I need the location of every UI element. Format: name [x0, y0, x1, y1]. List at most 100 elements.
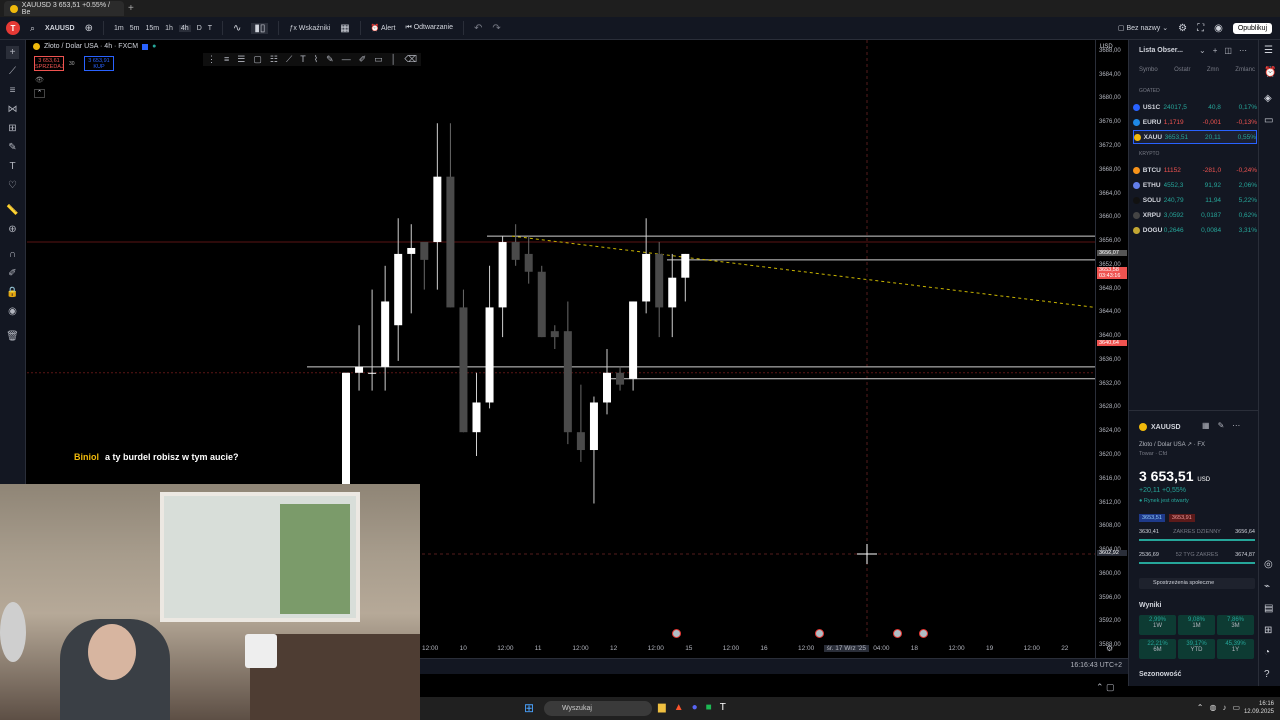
group-label-crypto[interactable]: KRYPTO	[1139, 151, 1159, 157]
event-flag-icon[interactable]	[672, 629, 681, 638]
watchlist-row[interactable]: US1C 24017,5 40,8 0,17%	[1133, 100, 1257, 114]
brush-icon[interactable]: ✎	[6, 141, 19, 154]
performance-box[interactable]: 7,86% 3M	[1217, 615, 1254, 635]
watchlist-row[interactable]: SOLU 240,79 11,94 5,22%	[1133, 193, 1257, 207]
performance-box[interactable]: 9,08% 1M	[1178, 615, 1215, 635]
interval-1m[interactable]: 1m	[114, 25, 124, 32]
watchlist-row[interactable]: XAUU 3653,51 20,11 0,55%	[1133, 130, 1257, 144]
column-header[interactable]: Ostatr	[1174, 67, 1190, 73]
interval-4h[interactable]: 4h	[178, 24, 191, 32]
interval-T[interactable]: T	[208, 25, 212, 32]
discord-icon[interactable]: ●	[692, 702, 698, 713]
more-icon[interactable]: ⋯	[1239, 46, 1247, 55]
group-label-goods[interactable]: GOATED	[1139, 88, 1160, 94]
crosshair-icon[interactable]: +	[6, 46, 19, 59]
detail-symbol[interactable]: XAUUSD	[1151, 424, 1181, 431]
snapshot-icon[interactable]: ◉	[1214, 23, 1223, 34]
alerts-icon[interactable]: ⏰	[1264, 67, 1276, 78]
zoom-icon[interactable]: ⊕	[6, 223, 19, 236]
column-header[interactable]: Zmn	[1207, 67, 1219, 73]
interval-1h[interactable]: 1h	[165, 25, 173, 32]
performance-box[interactable]: 2,99% 1W	[1139, 615, 1176, 635]
new-tab-button[interactable]: +	[128, 3, 134, 14]
watchlist-row[interactable]: BTCU 11152 -281,0 -0,24%	[1133, 163, 1257, 177]
chart-icon[interactable]: ◫	[1224, 46, 1232, 55]
interval-5m[interactable]: 5m	[130, 25, 140, 32]
fib-icon[interactable]: ≡	[6, 84, 19, 97]
add-symbol-icon[interactable]: +	[1213, 46, 1218, 55]
heart-icon[interactable]: ♡	[6, 179, 19, 192]
target-icon[interactable]: ◎	[1264, 559, 1273, 570]
help-icon[interactable]: ?	[1264, 669, 1270, 680]
chevron-down-icon[interactable]: ⌄	[1199, 46, 1206, 55]
watchlist-row[interactable]: ETHU 4552,3 91,92 2,06%	[1133, 178, 1257, 192]
layers-icon[interactable]: ◈	[1264, 93, 1272, 104]
forecast-icon[interactable]: ⊞	[6, 122, 19, 135]
candles-icon[interactable]: ▮▯	[251, 22, 269, 34]
network-icon[interactable]: ◍	[1209, 703, 1216, 712]
app-icon[interactable]: ■	[706, 702, 712, 713]
bid-badge[interactable]: 3653,51	[1139, 514, 1165, 522]
replay-button[interactable]: ⏮ Odtwarzanie	[405, 24, 453, 32]
time-axis[interactable]: 12:00 10 12:00 11 12:00 12 12:00 15 12:00 16 12:00…	[420, 629, 1095, 658]
battery-icon[interactable]: ▭	[1232, 703, 1240, 712]
performance-box[interactable]: 45,39% 1Y	[1217, 639, 1254, 659]
undo-icon[interactable]: ↶	[474, 23, 482, 34]
performance-box[interactable]: 22,21% 6M	[1139, 639, 1176, 659]
event-flag-icon[interactable]	[919, 629, 928, 638]
price-axis[interactable]: USD 3688,00 3684,00 3680,00 3676,00 3672,00 3…	[1095, 40, 1128, 658]
eye-icon[interactable]: ◉	[6, 305, 19, 318]
watchlist-row[interactable]: EURU 1,1719 -0,001 -0,13%	[1133, 115, 1257, 129]
bell-icon[interactable]: ◔	[1264, 647, 1270, 658]
community-button[interactable]: Spostrzeżenia społeczne	[1139, 578, 1255, 589]
ask-badge[interactable]: 3653,91	[1168, 514, 1195, 522]
alert-button[interactable]: ⏰ Alert	[371, 24, 396, 32]
tradingview-icon[interactable]: T	[720, 702, 726, 713]
text-icon[interactable]: T	[6, 160, 19, 173]
column-header[interactable]: Zmlanc	[1235, 67, 1255, 73]
grid-icon[interactable]: ▦	[1202, 421, 1210, 430]
performance-box[interactable]: 39,17% YTD	[1178, 639, 1215, 659]
redo-icon[interactable]: ↷	[492, 23, 500, 34]
templates-icon[interactable]: ▦	[340, 23, 349, 34]
publish-button[interactable]: Opublikuj	[1232, 22, 1272, 34]
ruler-icon[interactable]: 📏	[6, 204, 19, 217]
clock[interactable]: 16:16:43 UTC+2	[1070, 662, 1122, 669]
taskbar-search[interactable]: Wyszukaj	[544, 701, 652, 716]
symbol-button[interactable]: XAUUSD	[45, 25, 75, 32]
indicators-button[interactable]: ƒx Wskaźniki	[289, 25, 330, 32]
interval-15m[interactable]: 15m	[145, 25, 159, 32]
more-icon[interactable]: ⋯	[1232, 421, 1240, 430]
axis-settings-icon[interactable]: ⚙	[1106, 644, 1113, 653]
event-flag-icon[interactable]	[893, 629, 902, 638]
watchlist-icon[interactable]: ☰	[1264, 45, 1273, 56]
trash-icon[interactable]: 🗑	[6, 330, 19, 343]
browser-tab[interactable]: XAUUSD 3 653,51 +0.55% / Be	[4, 1, 124, 16]
settings-icon[interactable]: ⚙	[1178, 23, 1187, 34]
brave-icon[interactable]: ▲	[674, 702, 684, 713]
event-flag-icon[interactable]	[815, 629, 824, 638]
collapse-panel-icon[interactable]: ⌃ ▢	[1096, 682, 1115, 693]
watchlist-row[interactable]: DOGU 0,2646 0,0084 3,31%	[1133, 223, 1257, 237]
search-icon[interactable]: ⌕	[30, 23, 35, 34]
windows-start-icon[interactable]: ⊞	[524, 702, 536, 714]
watchlist-row[interactable]: XRPU 3,0592 0,0187 0,62%	[1133, 208, 1257, 222]
dom-icon[interactable]: ⊞	[1264, 625, 1272, 636]
pulse-icon[interactable]: ⌁	[1264, 581, 1270, 592]
column-header[interactable]: Symbo	[1139, 67, 1158, 73]
edit-icon[interactable]: ✎	[1218, 421, 1225, 430]
chart-type-icon[interactable]: ∿	[233, 23, 241, 34]
layout-button[interactable]: ▢ Bez nazwy ⌄	[1118, 24, 1168, 32]
taskbar-clock[interactable]: 16:16 12.09.2025	[1244, 700, 1274, 716]
folder-icon[interactable]: ▆	[658, 702, 666, 713]
trendline-icon[interactable]: ⟋	[6, 65, 19, 78]
lock-drawing-icon[interactable]: ✐	[6, 267, 19, 280]
lock-icon[interactable]: 🔒	[6, 286, 19, 299]
user-avatar[interactable]: T	[6, 21, 20, 35]
volume-icon[interactable]: ♪	[1222, 703, 1226, 712]
calendar-icon[interactable]: ▤	[1264, 603, 1273, 614]
chat-icon[interactable]: ▭	[1264, 115, 1273, 126]
fullscreen-icon[interactable]: ⛶	[1197, 23, 1204, 34]
magnet-icon[interactable]: ∩	[6, 248, 19, 261]
chevron-up-icon[interactable]: ⌃	[1197, 703, 1204, 712]
